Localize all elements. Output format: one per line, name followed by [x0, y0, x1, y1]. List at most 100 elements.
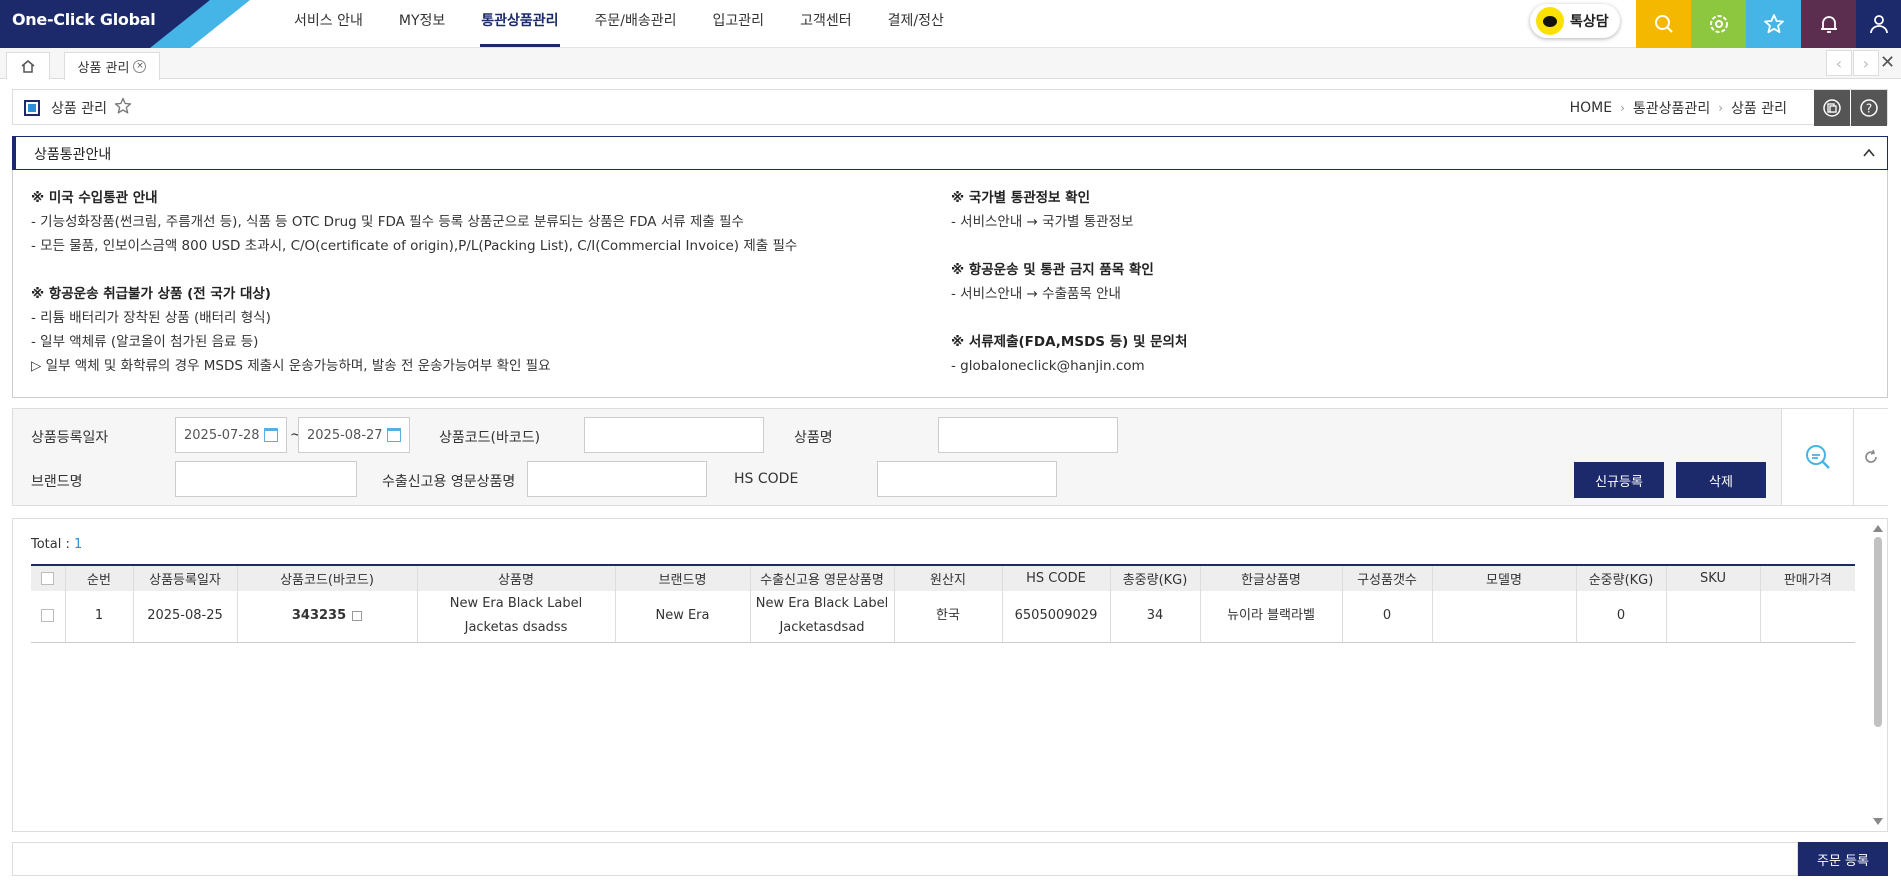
- table-row[interactable]: 1 2025-08-25 343235 New Era Black Label …: [31, 591, 1855, 643]
- product-grid: Total : 1 순번 상품등록일자 상품코드(바코드) 상품명 브랜드명 수…: [12, 518, 1888, 832]
- close-tab-icon[interactable]: ×: [133, 60, 147, 73]
- select-all-header[interactable]: [31, 564, 65, 591]
- tab-label: 상품 관리: [77, 61, 130, 76]
- logo-text: One-Click Global: [12, 10, 156, 29]
- talk-consult-button[interactable]: 톡상담: [1530, 4, 1620, 38]
- bottom-action-bar: [12, 842, 1798, 876]
- breadcrumb-separator-icon: ›: [1718, 101, 1724, 115]
- product-code-label: 상품코드(바코드): [439, 430, 541, 446]
- column-header[interactable]: 수출신고용 영문상품명: [749, 564, 894, 591]
- menu-service-guide[interactable]: 서비스 안내: [276, 0, 381, 48]
- calendar-icon[interactable]: [264, 428, 278, 442]
- cell-hs-code: 6505009029: [1001, 591, 1110, 643]
- delete-button[interactable]: 삭제: [1676, 462, 1766, 498]
- brand-logo[interactable]: One-Click Global: [0, 0, 256, 48]
- calendar-icon[interactable]: [387, 428, 401, 442]
- cell-kr-name: 뉴이라 블랙라벨: [1199, 591, 1342, 643]
- guide-line: - 서비스안내 → 국가별 통관정보: [951, 214, 1134, 230]
- breadcrumb-current: 상품 관리: [1731, 101, 1787, 117]
- menu-warehouse[interactable]: 입고관리: [695, 0, 783, 48]
- search-submit-button[interactable]: [1781, 409, 1853, 505]
- menu-my-info[interactable]: MY정보: [381, 0, 463, 48]
- date-range-label: 상품등록일자: [31, 430, 109, 446]
- product-table: 순번 상품등록일자 상품코드(바코드) 상품명 브랜드명 수출신고용 영문상품명…: [31, 564, 1855, 643]
- talk-consult-label: 톡상담: [1570, 14, 1609, 30]
- product-name-input[interactable]: [938, 417, 1118, 453]
- brand-name-input[interactable]: [175, 461, 357, 497]
- date-from-input[interactable]: 2025-07-28: [175, 417, 287, 453]
- date-to-input[interactable]: 2025-08-27: [298, 417, 410, 453]
- grid-scrollbar[interactable]: [1873, 525, 1883, 825]
- row-select-cell[interactable]: [31, 591, 65, 643]
- bookmark-star-icon[interactable]: [113, 96, 133, 116]
- manual-button[interactable]: [1814, 90, 1850, 126]
- search-button[interactable]: [1636, 0, 1691, 48]
- table-header-row: 순번 상품등록일자 상품코드(바코드) 상품명 브랜드명 수출신고용 영문상품명…: [31, 564, 1855, 591]
- product-code-link[interactable]: 343235: [292, 608, 346, 623]
- export-name-input[interactable]: [527, 461, 707, 497]
- refresh-icon: [1865, 449, 1877, 463]
- menu-customer-center[interactable]: 고객센터: [782, 0, 870, 48]
- breadcrumb-category[interactable]: 통관상품관리: [1633, 98, 1710, 118]
- cell-no: 1: [64, 591, 133, 643]
- help-button[interactable]: ?: [1851, 90, 1887, 126]
- column-header[interactable]: 총중량(KG): [1109, 564, 1200, 591]
- bell-icon: [1820, 16, 1837, 33]
- menu-customs-product[interactable]: 통관상품관리: [463, 0, 576, 48]
- scrollbar-thumb[interactable]: [1874, 537, 1882, 727]
- menu-order-shipping[interactable]: 주문/배송관리: [577, 0, 695, 48]
- tab-next-button[interactable]: ›: [1853, 50, 1879, 76]
- scroll-down-icon[interactable]: [1873, 818, 1883, 825]
- guide-line: - 서비스안내 → 수출품목 안내: [951, 286, 1121, 302]
- cell-gross-weight: 34: [1109, 591, 1200, 643]
- home-tab[interactable]: [6, 52, 50, 79]
- column-header[interactable]: SKU: [1665, 564, 1760, 591]
- user-menu-button[interactable]: [1856, 0, 1901, 48]
- date-to-value: 2025-08-27: [307, 427, 383, 443]
- external-link-icon[interactable]: [352, 610, 363, 621]
- scroll-up-icon[interactable]: [1873, 525, 1883, 532]
- order-register-button[interactable]: 주문 등록: [1798, 842, 1888, 876]
- home-icon: [21, 60, 35, 73]
- reset-button[interactable]: [1853, 409, 1888, 505]
- page-title-icon: [24, 100, 40, 116]
- cell-sku: [1665, 591, 1760, 643]
- column-header[interactable]: 원산지: [893, 564, 1002, 591]
- cell-product-code[interactable]: 343235: [236, 591, 417, 643]
- column-header[interactable]: 상품등록일자: [132, 564, 237, 591]
- column-header[interactable]: 순중량(KG): [1575, 564, 1666, 591]
- cell-origin: 한국: [893, 591, 1002, 643]
- column-header[interactable]: 상품명: [416, 564, 615, 591]
- tab-prev-button[interactable]: ‹: [1826, 50, 1852, 76]
- tab-product-management[interactable]: 상품 관리 ×: [64, 52, 160, 80]
- column-header[interactable]: 상품코드(바코드): [236, 564, 417, 591]
- column-header[interactable]: 모델명: [1431, 564, 1576, 591]
- favorites-button[interactable]: [1746, 0, 1801, 48]
- column-header[interactable]: HS CODE: [1001, 564, 1110, 591]
- guide-heading: ※ 항공운송 및 통관 금지 품목 확인: [951, 262, 1154, 278]
- contact-email: - globaloneclick@hanjin.com: [951, 358, 1145, 374]
- column-header[interactable]: 순번: [64, 564, 133, 591]
- menu-payment[interactable]: 결제/정산: [870, 0, 962, 48]
- close-all-tabs-icon[interactable]: ✕: [1880, 52, 1895, 73]
- page-tab-bar: 상품 관리 × ‹ › ✕: [0, 48, 1901, 80]
- column-header[interactable]: 한글상품명: [1199, 564, 1342, 591]
- chevron-up-icon[interactable]: [1861, 145, 1877, 161]
- chevron-left-icon: ‹: [1835, 53, 1843, 73]
- customs-guide-header[interactable]: 상품통관안내: [12, 136, 1888, 170]
- column-header[interactable]: 브랜드명: [614, 564, 750, 591]
- guide-line: ▷ 일부 액체 및 화학류의 경우 MSDS 제출시 운송가능하며, 발송 전 …: [31, 358, 551, 374]
- notifications-button[interactable]: [1801, 0, 1856, 48]
- guide-line: - 일부 액체류 (알코올이 첨가된 음료 등): [31, 334, 259, 350]
- column-header[interactable]: 구성품갯수: [1341, 564, 1432, 591]
- hs-code-input[interactable]: [877, 461, 1057, 497]
- gear-icon: [1709, 15, 1728, 33]
- product-code-input[interactable]: [584, 417, 764, 453]
- svg-text:?: ?: [1866, 102, 1872, 116]
- row-checkbox[interactable]: [41, 609, 55, 623]
- breadcrumb-home[interactable]: HOME: [1570, 100, 1612, 116]
- new-register-button[interactable]: 신규등록: [1574, 462, 1664, 498]
- column-header[interactable]: 판매가격: [1759, 564, 1855, 591]
- settings-button[interactable]: [1691, 0, 1746, 48]
- select-all-checkbox[interactable]: [41, 572, 55, 585]
